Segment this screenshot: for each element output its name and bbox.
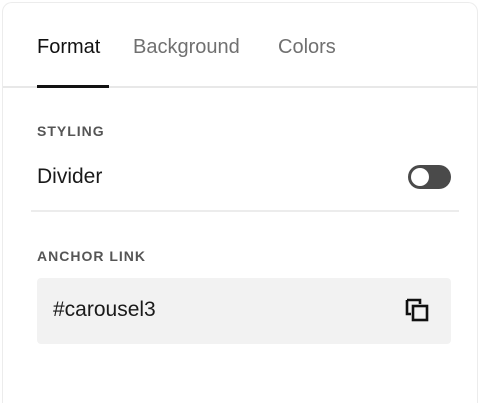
divider-label: Divider	[37, 165, 103, 188]
section-separator	[31, 210, 459, 212]
styling-section-label: STYLING	[37, 123, 105, 139]
toggle-knob	[411, 168, 429, 186]
tab-bar: Format Background Colors	[3, 3, 477, 88]
tab-format[interactable]: Format	[37, 35, 100, 59]
active-tab-indicator	[37, 85, 109, 88]
tab-background[interactable]: Background	[133, 35, 240, 59]
anchor-link-value: #carousel3	[53, 298, 156, 321]
divider-toggle[interactable]	[408, 165, 451, 189]
anchor-link-section-label: ANCHOR LINK	[37, 248, 146, 264]
page: Format Background Colors STYLING Divider…	[0, 0, 480, 403]
copy-icon[interactable]	[402, 296, 432, 326]
tab-colors[interactable]: Colors	[278, 35, 336, 59]
anchor-link-field[interactable]: #carousel3	[37, 278, 451, 344]
block-settings-panel: Format Background Colors STYLING Divider…	[2, 2, 478, 403]
